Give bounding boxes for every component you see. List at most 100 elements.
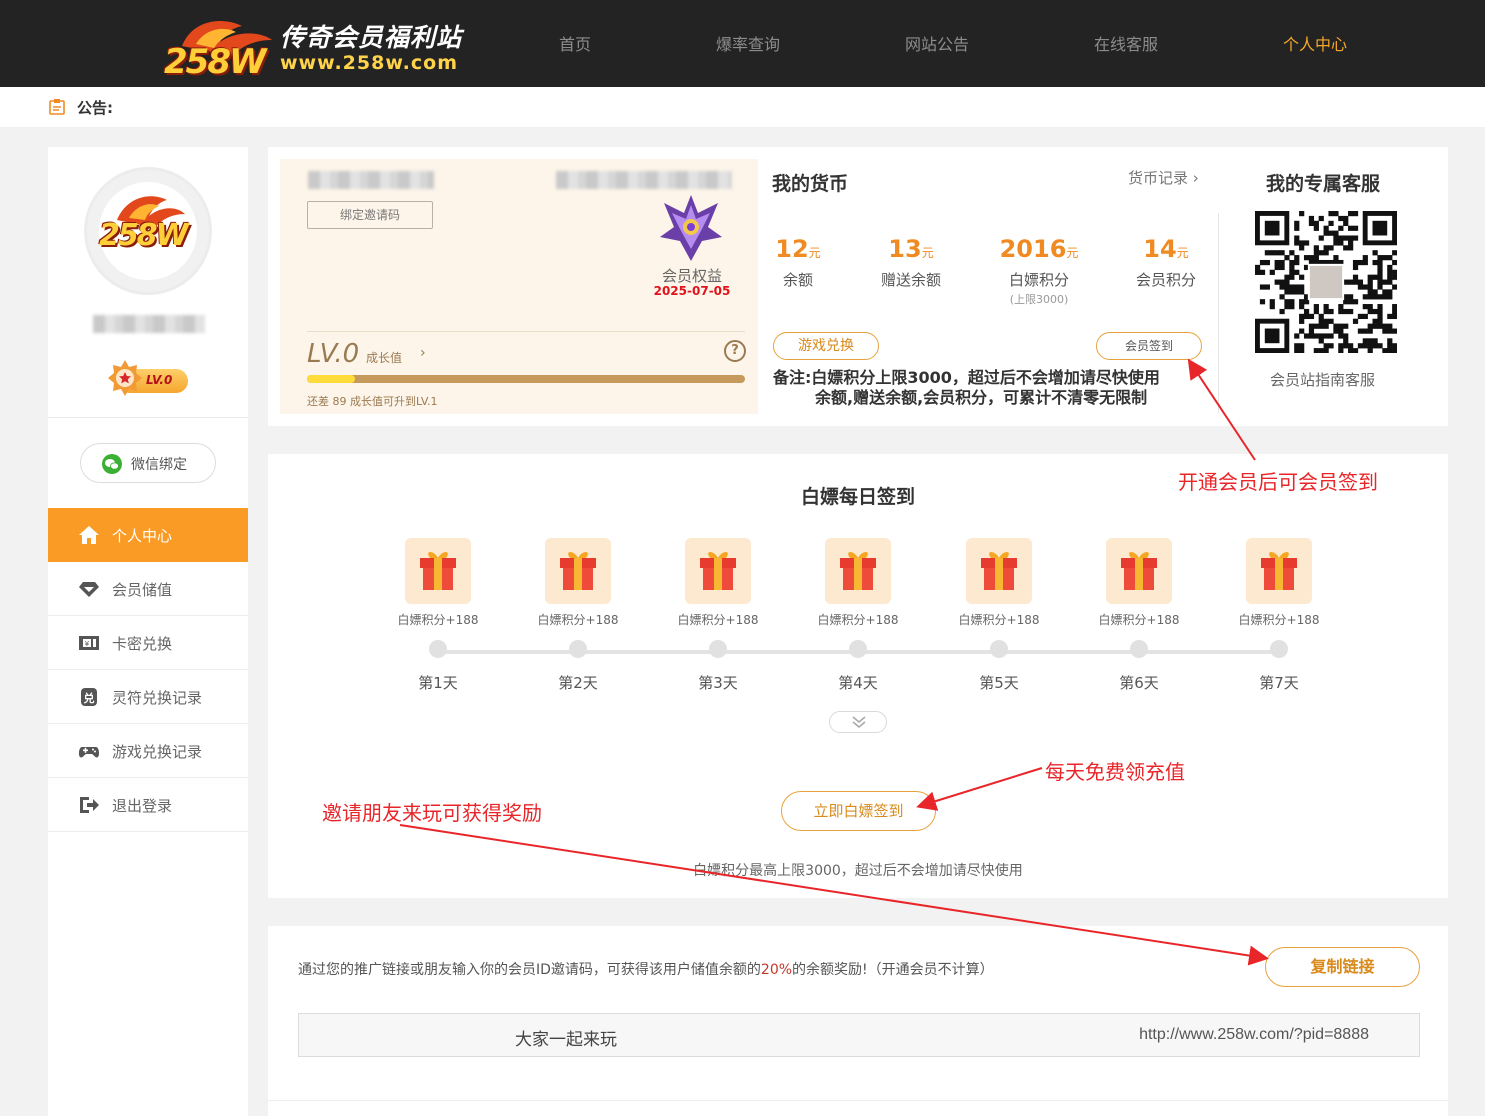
nav-personal-center[interactable]: 个人中心 [1283, 31, 1347, 55]
signin-day[interactable]: 白嫖积分+188 第3天 [658, 538, 778, 698]
gift-box [405, 538, 471, 604]
invite-link-box[interactable]: 大家一起来玩 http://www.258w.com/?pid=8888 [298, 1013, 1420, 1057]
growth-progress-bar [307, 375, 745, 383]
copy-link-button[interactable]: 复制链接 [1265, 947, 1420, 987]
site-url: www.258w.com [280, 52, 458, 74]
site-logo[interactable]: 258W 传奇会员福利站 www.258w.com [158, 6, 468, 86]
free-signin-button[interactable]: 立即白嫖签到 [781, 791, 936, 831]
nav-drop-rate[interactable]: 爆率查询 [716, 31, 780, 55]
currency-value: 13 [888, 235, 922, 263]
currency-unit: 元 [1066, 246, 1079, 260]
sidebar-item-member-recharge[interactable]: 会员储值 [48, 562, 248, 616]
top-bar: 258W 传奇会员福利站 www.258w.com 首页 爆率查询 网站公告 在… [0, 0, 1485, 87]
sidebar-item-talisman-records[interactable]: 兑 灵符兑换记录 [48, 670, 248, 724]
sidebar-item-label: 灵符兑换记录 [112, 689, 203, 707]
invite-percent: 20% [760, 962, 793, 978]
annotation-member-sign: 开通会员后可会员签到 [1178, 470, 1378, 494]
signin-day[interactable]: 白嫖积分+188 第1天 [378, 538, 498, 698]
signin-dot [1270, 640, 1288, 658]
currency-label: 会员积分 [1135, 271, 1196, 289]
signin-day[interactable]: 白嫖积分+188 第4天 [798, 538, 918, 698]
member-card: 绑定邀请码 会员权益 2025-07-05 LV.0 成长值 › ? 还差 89… [280, 159, 758, 414]
currency-record-link[interactable]: 货币记录 › [1128, 167, 1199, 188]
gift-icon [700, 552, 736, 590]
logout-icon [80, 797, 99, 813]
sidebar-item-logout[interactable]: 退出登录 [48, 778, 248, 832]
signin-dot [709, 640, 727, 658]
currency-value: 14 [1143, 235, 1177, 263]
signin-dot [849, 640, 867, 658]
nav-online-service[interactable]: 在线客服 [1094, 31, 1158, 55]
wechat-bind-label: 微信绑定 [131, 457, 187, 473]
invite-text-before: 通过您的推广链接或朋友输入你的会员ID邀请码，可获得该用户储值余额的 [298, 962, 761, 978]
member-rights-label[interactable]: 会员权益 [652, 265, 732, 286]
wechat-bind-button[interactable]: 微信绑定 [80, 443, 216, 483]
currency-label: 赠送余额 [880, 271, 941, 289]
signin-day-label: 第3天 [698, 674, 738, 692]
level-text: LV.0 [146, 373, 173, 387]
currency-free-points: 2016元 白嫖积分 (上限3000) [984, 235, 1094, 307]
avatar[interactable]: 258W [84, 167, 212, 295]
invite-link-url: http://www.258w.com/?pid=8888 [1139, 1026, 1369, 1043]
service-divider [1218, 213, 1219, 413]
signin-reward: 白嫖积分+188 [677, 613, 759, 627]
currency-unit: 元 [921, 246, 934, 260]
gift-icon [1261, 552, 1297, 590]
currency-member-points: 14元 会员积分 [1111, 235, 1221, 290]
member-sign-button[interactable]: 会员签到 [1096, 332, 1202, 360]
sidebar-item-game-records[interactable]: 游戏兑换记录 [48, 724, 248, 778]
gift-icon [420, 552, 456, 590]
sidebar: 258W LV.0 微信绑定 个人中心 会员储值 ¥ 卡密兑换 兑 灵符兑换记录… [48, 147, 248, 1116]
signin-dot [1130, 640, 1148, 658]
bind-invite-code-button[interactable]: 绑定邀请码 [307, 201, 433, 229]
help-question-icon[interactable]: ? [724, 340, 746, 362]
svg-text:¥: ¥ [85, 640, 90, 648]
signin-note: 白嫖积分最高上限3000，超过后不会增加请尽快使用 [693, 863, 1023, 879]
gift-box [1246, 538, 1312, 604]
game-exchange-button[interactable]: 游戏兑换 [773, 332, 879, 360]
account-overview-card: 绑定邀请码 会员权益 2025-07-05 LV.0 成长值 › ? 还差 89… [268, 147, 1448, 426]
gift-box [825, 538, 891, 604]
currency-value: 12 [775, 235, 809, 263]
site-name: 传奇会员福利站 [280, 23, 463, 52]
remark-line-2: 余额,赠送余额,会员积分，可累计不清零无限制 [815, 388, 1148, 407]
service-qr-code[interactable] [1255, 211, 1397, 353]
currency-remark: 备注:白嫖积分上限3000，超过后不会增加请尽快使用 余额,赠送余额,会员积分，… [773, 368, 1213, 408]
card-icon: ¥ [79, 636, 99, 650]
currency-title: 我的货币 [772, 173, 849, 195]
sidebar-item-label: 卡密兑换 [112, 635, 173, 653]
growth-label[interactable]: 成长值 [366, 349, 402, 366]
signin-day[interactable]: 白嫖积分+188 第7天 [1219, 538, 1339, 698]
sidebar-item-personal-center[interactable]: 个人中心 [48, 508, 248, 562]
signin-reward: 白嫖积分+188 [537, 613, 619, 627]
gift-icon [560, 552, 596, 590]
currency-value: 2016 [999, 235, 1067, 263]
gift-icon [1121, 552, 1157, 590]
signin-reward: 白嫖积分+188 [1238, 613, 1320, 627]
sidebar-item-label: 退出登录 [112, 797, 173, 815]
sidebar-item-label: 会员储值 [112, 581, 173, 599]
nav-home[interactable]: 首页 [559, 31, 591, 55]
username-redacted [93, 315, 205, 333]
signin-day-label: 第2天 [558, 674, 598, 692]
invite-description: 通过您的推广链接或朋友输入你的会员ID邀请码，可获得该用户储值余额的20%的余额… [298, 959, 994, 979]
signin-dot [990, 640, 1008, 658]
level-star-icon [108, 360, 142, 396]
signin-dot [569, 640, 587, 658]
sidebar-item-card-exchange[interactable]: ¥ 卡密兑换 [48, 616, 248, 670]
expand-button[interactable] [829, 711, 887, 733]
remark-line-1: 备注:白嫖积分上限3000，超过后不会增加请尽快使用 [773, 368, 1160, 387]
currency-bonus-balance: 13元 赠送余额 [856, 235, 966, 290]
signin-day[interactable]: 白嫖积分+188 第2天 [518, 538, 638, 698]
signin-day[interactable]: 白嫖积分+188 第6天 [1079, 538, 1199, 698]
signin-day[interactable]: 白嫖积分+188 第5天 [939, 538, 1059, 698]
gift-box [1106, 538, 1172, 604]
sidebar-item-label: 游戏兑换记录 [112, 743, 203, 761]
upgrade-hint: 还差 89 成长值可升到LV.1 [307, 395, 438, 408]
diamond-icon [79, 582, 99, 597]
gift-icon [981, 552, 1017, 590]
nav-announcements[interactable]: 网站公告 [905, 31, 969, 55]
member-id-redacted [308, 171, 434, 189]
avatar-text: 258W [99, 218, 189, 253]
growth-arrow-icon[interactable]: › [420, 345, 426, 361]
